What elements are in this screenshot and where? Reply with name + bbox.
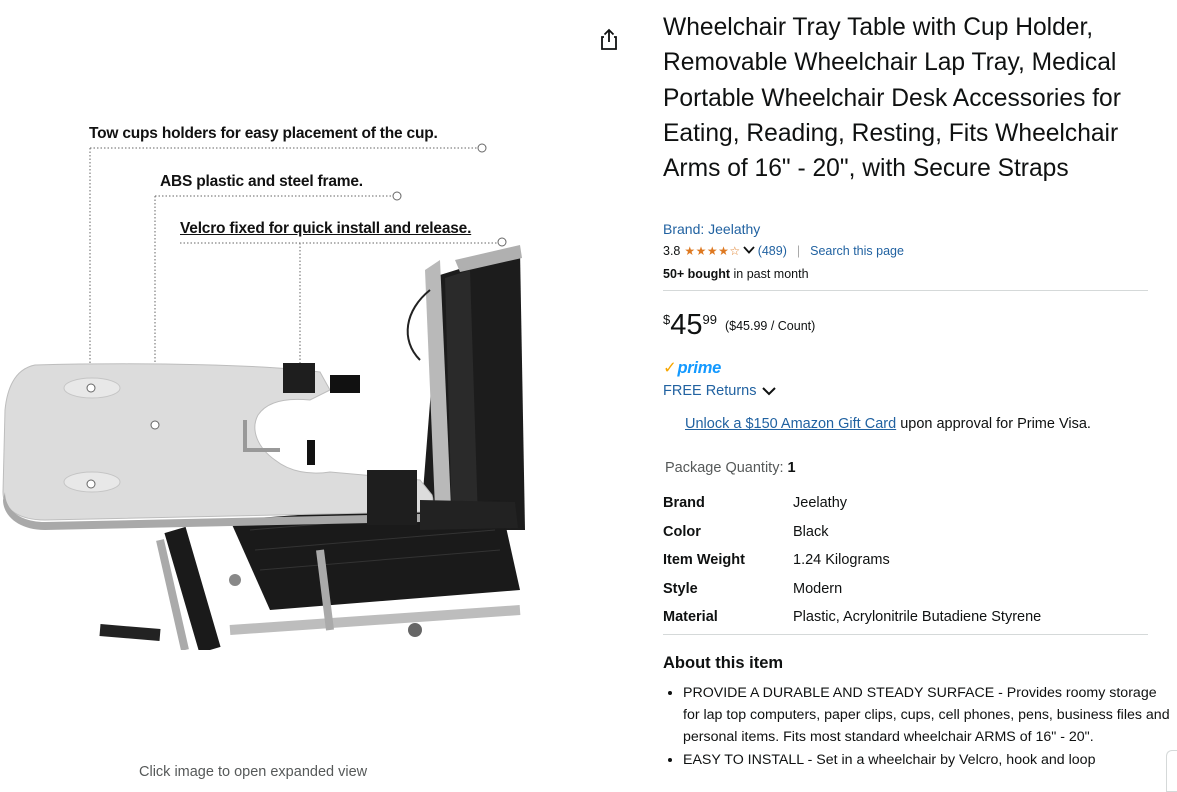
about-bullets: PROVIDE A DURABLE AND STEADY SURFACE - P…	[663, 683, 1173, 774]
product-specs-table: Brand Jeelathy Color Black Item Weight 1.24…	[663, 489, 1041, 632]
bought-count-rest: in past month	[730, 267, 809, 281]
spec-key: Brand	[663, 495, 705, 512]
spec-value: Modern	[793, 580, 843, 597]
divider	[663, 634, 1148, 635]
brand-link[interactable]: Brand: Jeelathy	[663, 221, 760, 237]
spec-value: Plastic, Acrylonitrile Butadiene Styrene	[793, 609, 1042, 626]
spec-key: Style	[663, 580, 698, 597]
product-image[interactable]: Tow cups holders for easy placement of t…	[0, 110, 525, 650]
buy-box-edge	[1166, 0, 1177, 792]
expand-image-hint: Click image to open expanded view	[139, 764, 368, 780]
spec-row: Brand Jeelathy	[663, 489, 1041, 518]
search-page-link[interactable]: Search this page	[810, 244, 904, 258]
price-fraction: 99	[702, 312, 717, 327]
star-rating-icon[interactable]: ★★★★☆	[684, 244, 740, 258]
spec-row: Material Plastic, Acrylonitrile Butadiene…	[663, 603, 1041, 632]
spec-value: Jeelathy	[793, 495, 848, 512]
chevron-down-icon[interactable]	[743, 244, 755, 258]
package-quantity-label: Package Quantity:	[665, 460, 784, 476]
list-item: EASY TO INSTALL - Set in a wheelchair by…	[683, 750, 1173, 772]
prime-logo[interactable]: ✓prime	[663, 358, 721, 378]
spec-key: Material	[663, 609, 718, 626]
spec-row: Color Black	[663, 518, 1041, 547]
product-details: Wheelchair Tray Table with Cup Holder, R…	[663, 0, 1170, 787]
callout-velcro: Velcro fixed for quick install and relea…	[180, 220, 472, 237]
review-count-link[interactable]: (489)	[758, 244, 787, 258]
buy-box-border	[1166, 750, 1177, 792]
spec-row: Item Weight 1.24 Kilograms	[663, 546, 1041, 575]
spec-key: Item Weight	[663, 552, 745, 569]
image-panel: Tow cups holders for easy placement of t…	[0, 0, 640, 787]
separator: |	[796, 244, 801, 258]
package-quantity: Package Quantity: 1	[665, 460, 796, 476]
price: $ 45 99 ($45.99 / Count)	[663, 307, 815, 343]
callout-material: ABS plastic and steel frame.	[160, 173, 363, 190]
spec-value: Black	[793, 523, 829, 540]
bought-count-bold: 50+ bought	[663, 267, 731, 281]
product-title: Wheelchair Tray Table with Cup Holder, R…	[663, 14, 1121, 183]
about-heading: About this item	[663, 654, 784, 672]
gift-card-link[interactable]: Unlock a $150 Amazon Gift Card	[685, 416, 896, 432]
spec-value: 1.24 Kilograms	[793, 552, 890, 569]
spec-key: Color	[663, 523, 701, 540]
share-icon	[601, 28, 617, 50]
offer-rest: upon approval for Prime Visa.	[896, 416, 1091, 432]
share-button[interactable]	[596, 26, 622, 52]
spec-row: Style Modern	[663, 575, 1041, 604]
free-returns-label: FREE Returns	[663, 383, 757, 399]
price-whole: 45	[670, 309, 703, 341]
rating-row: 3.8 ★★★★☆ (489) | Search this page	[663, 244, 904, 258]
unit-price: ($45.99 / Count)	[724, 319, 816, 333]
rating-value: 3.8	[663, 244, 681, 258]
wheelchair-tray-illustration	[2, 143, 525, 650]
package-quantity-value: 1	[787, 460, 796, 476]
chevron-down-icon	[762, 387, 777, 396]
list-item: PROVIDE A DURABLE AND STEADY SURFACE - P…	[683, 683, 1173, 748]
prime-logo-text: prime	[677, 359, 722, 377]
divider	[663, 290, 1148, 291]
free-returns-link[interactable]: FREE Returns	[663, 383, 777, 399]
price-symbol: $	[663, 312, 671, 327]
prime-visa-offer: Unlock a $150 Amazon Gift Card upon appr…	[685, 416, 1091, 432]
callout-cup-holders: Tow cups holders for easy placement of t…	[89, 125, 438, 142]
bought-count: 50+ bought in past month	[663, 267, 809, 281]
prime-check-icon: ✓	[663, 359, 677, 377]
